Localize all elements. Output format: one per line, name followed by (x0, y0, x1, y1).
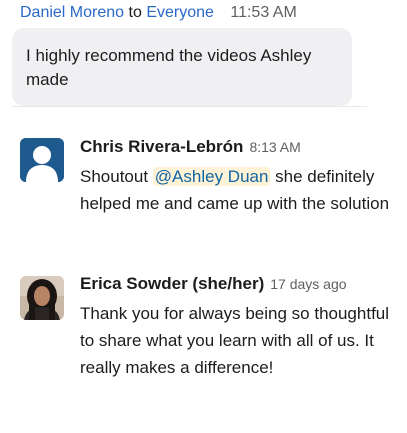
sender-name[interactable]: Chris Rivera-Lebrón (80, 137, 243, 156)
zoom-to-label: to (128, 4, 142, 21)
profile-photo-icon (20, 276, 64, 320)
message-body: Thank you for always being so thoughtful… (80, 304, 390, 377)
message-timestamp[interactable]: 8:13 AM (249, 139, 300, 155)
message-body: Shoutout @Ashley Duan she definitely hel… (80, 163, 400, 217)
avatar-default-user-icon[interactable] (20, 138, 64, 182)
divider (12, 106, 367, 107)
user-mention[interactable]: @Ashley Duan (152, 167, 271, 186)
message-timestamp[interactable]: 17 days ago (270, 276, 346, 292)
zoom-recipient-name[interactable]: Everyone (146, 4, 214, 21)
zoom-sender-name[interactable]: Daniel Moreno (20, 4, 124, 21)
sender-name[interactable]: Erica Sowder (she/her) (80, 274, 264, 293)
user-silhouette-icon (20, 138, 64, 182)
zoom-message-time: 11:53 AM (230, 4, 297, 21)
zoom-message-text: I highly recommend the videos Ashley mad… (26, 46, 312, 89)
zoom-message-header: Daniel Moreno to Everyone 11:53 AM (20, 4, 297, 22)
message-sender[interactable]: Chris Rivera-Lebrón 8:13 AM (80, 137, 301, 157)
message-sender[interactable]: Erica Sowder (she/her) 17 days ago (80, 274, 347, 294)
avatar-photo[interactable] (20, 276, 64, 320)
message-text-before: Shoutout (80, 167, 153, 186)
